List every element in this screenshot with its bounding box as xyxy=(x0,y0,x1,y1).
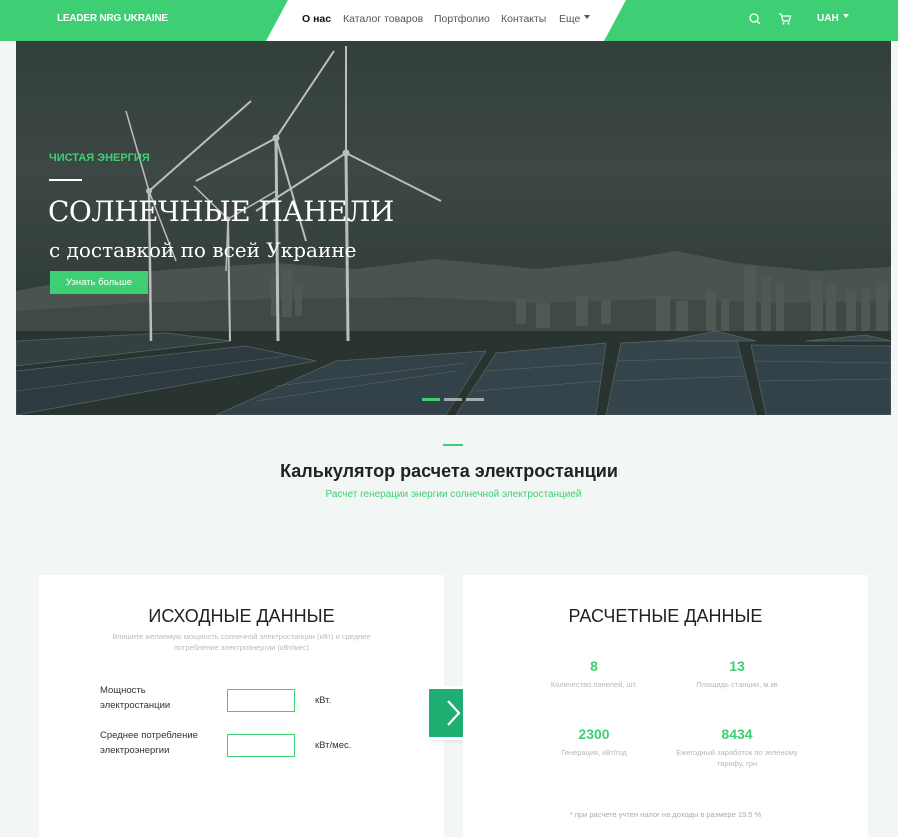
cart-icon[interactable] xyxy=(778,12,792,26)
chevron-right-icon xyxy=(447,700,461,726)
currency-selector[interactable]: UAH xyxy=(817,13,849,24)
annual-earnings-label: Ежегодный заработок по зеленому тарифу, … xyxy=(676,748,798,768)
slider-dot-3[interactable] xyxy=(466,398,484,401)
logo[interactable]: LEADER NRG UKRAINE xyxy=(57,13,168,24)
hero-title: СОЛНЕЧНЫЕ ПАНЕЛИ xyxy=(48,195,394,228)
hero-subtitle: с доставкой по всей Украине xyxy=(49,238,357,262)
station-area-value: 13 xyxy=(729,658,745,674)
annual-earnings-value: 8434 xyxy=(721,726,753,742)
learn-more-button[interactable]: Узнать больше xyxy=(50,271,148,294)
consumption-input[interactable] xyxy=(227,734,295,757)
nav-item-more[interactable]: Еще xyxy=(559,13,591,25)
hero-divider xyxy=(49,179,82,181)
nav-item-portfolio[interactable]: Портфолио xyxy=(434,13,490,25)
calculator-title: Калькулятор расчета электростанции xyxy=(280,461,618,481)
calculator-subtitle: Расчет генерации энергии солнечной элект… xyxy=(325,489,582,500)
tax-note: * при расчете учтен налог на доходы в ра… xyxy=(569,810,762,819)
power-unit: кВт. xyxy=(315,695,332,706)
search-icon[interactable] xyxy=(748,12,762,26)
section-divider xyxy=(443,444,463,446)
power-input[interactable] xyxy=(227,689,295,712)
hero-slider: ЧИСТАЯ ЭНЕРГИЯ СОЛНЕЧНЫЕ ПАНЕЛИ с достав… xyxy=(16,41,891,415)
input-card-title: ИСХОДНЫЕ ДАННЫЕ xyxy=(148,606,335,626)
currency-label: UAH xyxy=(817,13,839,24)
input-data-card: ИСХОДНЫЕ ДАННЫЕ Впишите желаемую мощност… xyxy=(39,575,444,837)
station-area-label: Площадь станции, м.кв xyxy=(696,680,778,689)
slider-dot-2[interactable] xyxy=(444,398,462,401)
nav-more-label: Еще xyxy=(559,13,581,25)
result-card-title: РАСЧЕТНЫЕ ДАННЫЕ xyxy=(568,606,763,626)
hero-tag: ЧИСТАЯ ЭНЕРГИЯ xyxy=(49,152,150,164)
slider-dot-1[interactable] xyxy=(422,398,440,401)
panels-count-value: 8 xyxy=(590,658,598,674)
power-label: Мощность электростанции xyxy=(100,685,171,711)
site-header: LEADER NRG UKRAINE О нас Каталог товаров… xyxy=(0,0,898,41)
nav-item-contacts[interactable]: Контакты xyxy=(501,13,546,25)
result-data-card: РАСЧЕТНЫЕ ДАННЫЕ 8 Количество панелей, ш… xyxy=(463,575,868,837)
hero-overlay xyxy=(16,41,891,415)
generation-label: Генерация, кВт/год xyxy=(561,748,627,757)
panels-count-label: Количество панелей, шт. xyxy=(550,680,638,689)
consumption-label: Среднее потребление электроэнергии xyxy=(100,730,198,756)
nav-item-about[interactable]: О нас xyxy=(302,13,331,25)
consumption-unit: кВт/мес. xyxy=(315,740,352,751)
generation-value: 2300 xyxy=(578,726,610,742)
nav-item-catalog[interactable]: Каталог товаров xyxy=(343,13,423,25)
chevron-down-icon xyxy=(584,15,591,20)
chevron-down-icon xyxy=(842,14,849,19)
input-card-description: Впишите желаемую мощность солнечной элек… xyxy=(112,632,371,652)
